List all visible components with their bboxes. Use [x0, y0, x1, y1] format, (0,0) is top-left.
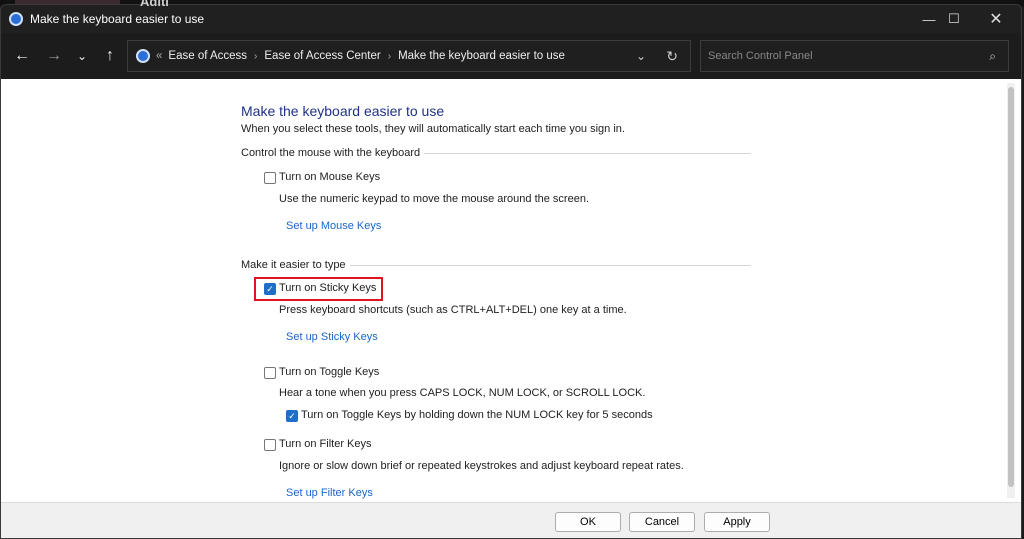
scrollbar-thumb[interactable]	[1008, 87, 1014, 487]
setup-mouse-keys-link[interactable]: Set up Mouse Keys	[286, 220, 381, 232]
divider	[349, 264, 751, 266]
breadcrumb-ease-of-access-center[interactable]: Ease of Access Center	[264, 50, 380, 62]
vertical-scrollbar[interactable]	[1007, 83, 1015, 498]
background-text: Aditi	[140, 0, 169, 9]
close-button[interactable]: ✕	[973, 5, 1019, 33]
page-title: Make the keyboard easier to use	[241, 103, 445, 119]
dialog-footer: OK Cancel Apply	[1, 502, 1021, 538]
filter-keys-label[interactable]: Turn on Filter Keys	[279, 438, 372, 450]
mouse-keys-description: Use the numeric keypad to move the mouse…	[279, 193, 590, 205]
maximize-button[interactable]: ☐	[931, 5, 977, 33]
content-pane: Make the keyboard easier to use When you…	[1, 79, 1021, 502]
group-label: Make it easier to type	[241, 259, 346, 271]
search-placeholder: Search Control Panel	[708, 50, 813, 62]
control-panel-window: Make the keyboard easier to use — ☐ ✕ ← …	[0, 4, 1022, 539]
chevron-down-icon[interactable]: ⌄	[636, 49, 646, 63]
ease-of-access-icon	[136, 49, 150, 63]
group-typing: Make it easier to type	[241, 259, 751, 271]
ok-button[interactable]: OK	[555, 512, 621, 532]
mouse-keys-label[interactable]: Turn on Mouse Keys	[279, 171, 380, 183]
apply-button[interactable]: Apply	[704, 512, 770, 532]
sticky-keys-checkbox[interactable]: ✓	[264, 283, 276, 295]
mouse-keys-checkbox[interactable]	[264, 172, 276, 184]
up-button[interactable]: ↑	[96, 47, 124, 65]
group-mouse: Control the mouse with the keyboard	[241, 147, 751, 159]
cancel-button[interactable]: Cancel	[629, 512, 695, 532]
breadcrumb-ease-of-access[interactable]: Ease of Access	[168, 50, 247, 62]
title-bar: Make the keyboard easier to use	[1, 5, 1021, 33]
breadcrumb-current[interactable]: Make the keyboard easier to use	[398, 50, 565, 62]
setup-filter-keys-link[interactable]: Set up Filter Keys	[286, 487, 373, 499]
ease-of-access-icon	[9, 12, 23, 26]
sticky-keys-description: Press keyboard shortcuts (such as CTRL+A…	[279, 304, 627, 316]
address-bar[interactable]: « Ease of Access › Ease of Access Center…	[127, 40, 691, 72]
filter-keys-checkbox[interactable]	[264, 439, 276, 451]
forward-button[interactable]: →	[40, 47, 68, 65]
setup-sticky-keys-link[interactable]: Set up Sticky Keys	[286, 331, 378, 343]
refresh-icon[interactable]: ↻	[666, 48, 678, 65]
toggle-keys-checkbox[interactable]	[264, 367, 276, 379]
group-label: Control the mouse with the keyboard	[241, 147, 421, 159]
back-button[interactable]: ←	[8, 47, 36, 65]
toggle-keys-description: Hear a tone when you press CAPS LOCK, NU…	[279, 387, 646, 399]
toggle-keys-numlock-checkbox[interactable]: ✓	[286, 410, 298, 422]
breadcrumb-separator[interactable]: ›	[254, 51, 257, 62]
page-subtitle: When you select these tools, they will a…	[241, 123, 625, 135]
overflow-chevron[interactable]: «	[156, 50, 162, 62]
filter-keys-description: Ignore or slow down brief or repeated ke…	[279, 460, 684, 472]
search-icon[interactable]: ⌕	[989, 49, 996, 64]
sticky-keys-label[interactable]: Turn on Sticky Keys	[279, 282, 376, 294]
search-input[interactable]: Search Control Panel ⌕	[700, 40, 1009, 72]
recent-locations-button[interactable]: ⌄	[68, 49, 96, 63]
navigation-bar: ← → ⌄ ↑ « Ease of Access › Ease of Acces…	[1, 33, 1021, 79]
breadcrumb-separator[interactable]: ›	[388, 51, 391, 62]
divider	[424, 152, 751, 154]
toggle-keys-label[interactable]: Turn on Toggle Keys	[279, 366, 379, 378]
window-title: Make the keyboard easier to use	[30, 12, 205, 26]
toggle-keys-numlock-label[interactable]: Turn on Toggle Keys by holding down the …	[301, 409, 653, 421]
